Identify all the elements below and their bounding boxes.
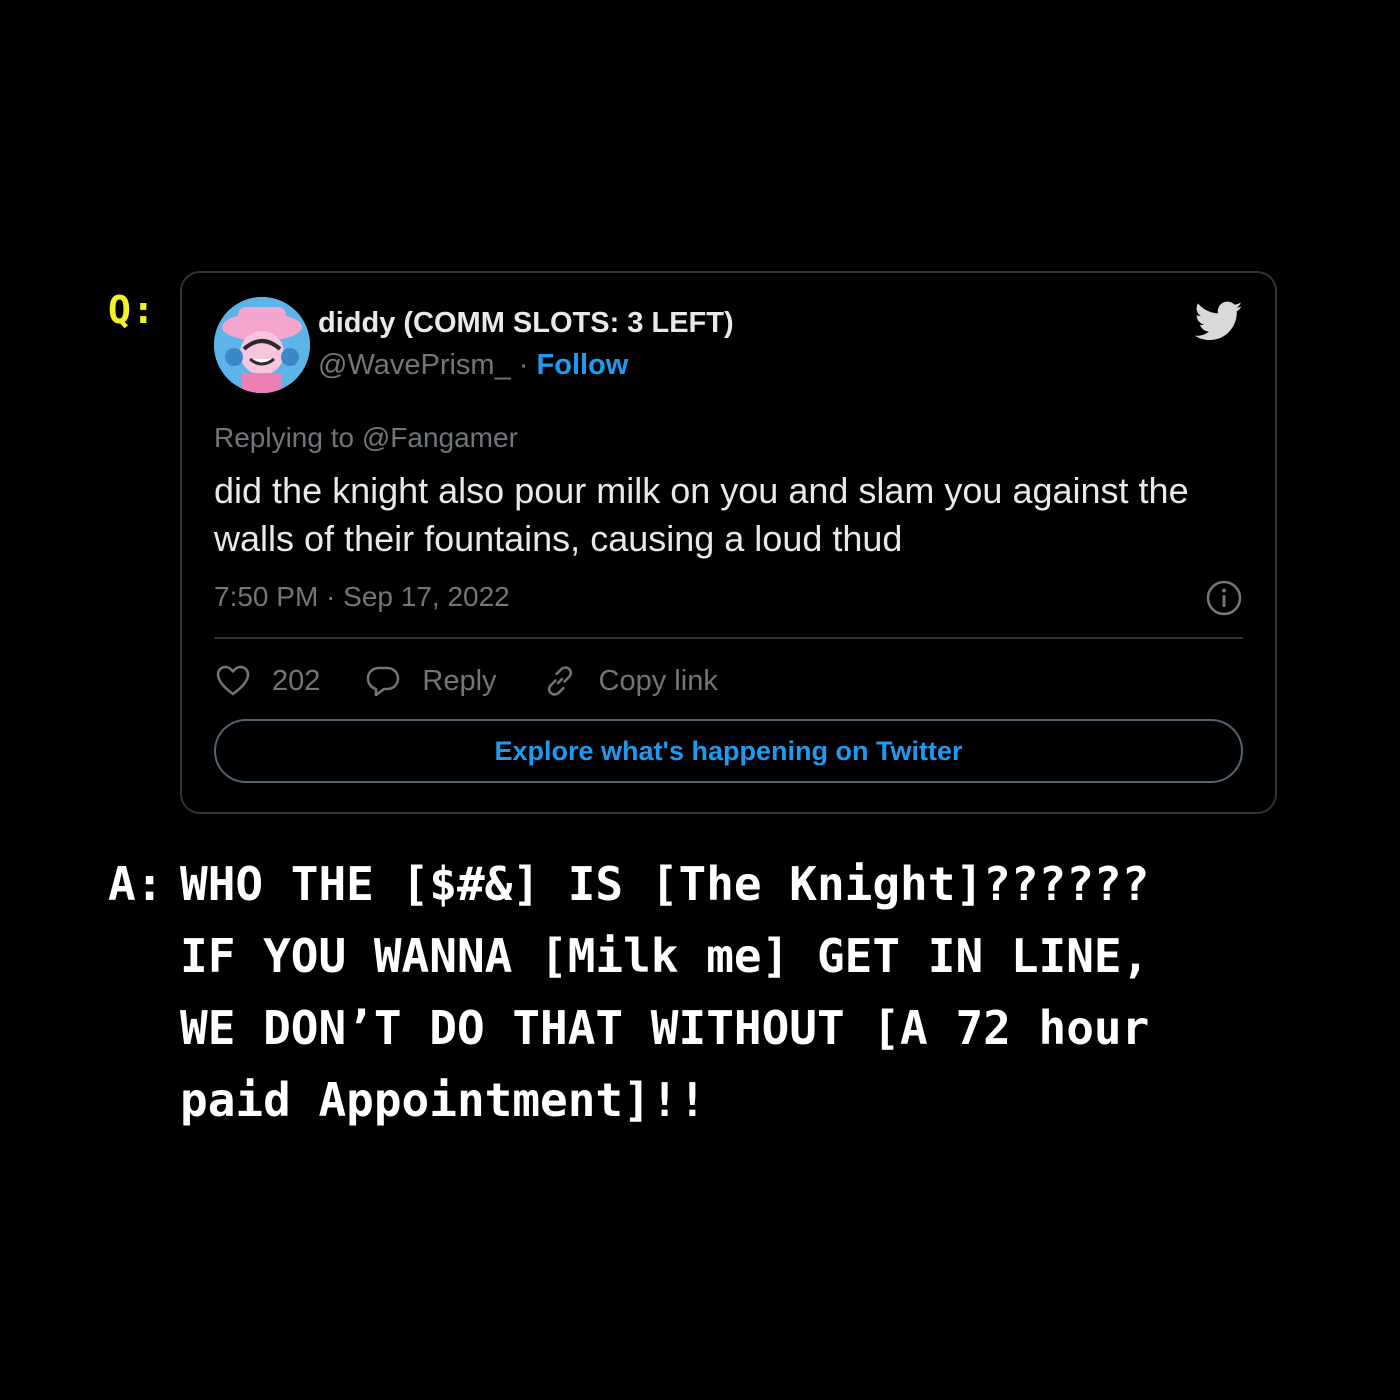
answer-line: WHO THE [$#&] IS [The Knight]?????? — [180, 857, 1150, 911]
author-handle-line: @WavePrism_ · Follow — [318, 349, 628, 382]
twitter-bird-icon[interactable] — [1194, 301, 1243, 345]
explore-twitter-button[interactable]: Explore what's happening on Twitter — [214, 719, 1243, 783]
avatar[interactable] — [214, 297, 310, 393]
reply-label: Reply — [422, 664, 497, 697]
heart-icon — [216, 665, 250, 696]
like-count: 202 — [272, 664, 321, 697]
answer-line: paid Appointment]!! — [180, 1073, 707, 1127]
reply-button[interactable]: Reply — [364, 662, 497, 700]
reply-bubble-icon — [367, 666, 400, 697]
link-icon — [547, 666, 572, 696]
author-handle[interactable]: @WavePrism_ — [318, 349, 511, 381]
tweet-card[interactable]: diddy (COMM SLOTS: 3 LEFT) @WavePrism_ ·… — [180, 271, 1277, 814]
divider — [214, 637, 1243, 639]
like-button[interactable]: 202 — [214, 662, 320, 700]
tweet-text: did the knight also pour milk on you and… — [214, 470, 1189, 559]
handle-separator: · — [510, 349, 537, 381]
info-icon[interactable] — [1205, 579, 1243, 617]
answer-text: WHO THE [$#&] IS [The Knight]?????? IF Y… — [180, 848, 1288, 1136]
tweet-actions: 202 Reply Copy link — [214, 661, 762, 701]
copy-link-button[interactable]: Copy link — [541, 662, 718, 700]
author-name[interactable]: diddy (COMM SLOTS: 3 LEFT) — [318, 307, 734, 340]
answer-prefix: A: — [108, 857, 164, 911]
answer-line: WE DON’T DO THAT WITHOUT [A 72 hour — [180, 1001, 1150, 1055]
question-label: Q: — [108, 288, 156, 332]
follow-link[interactable]: Follow — [537, 349, 629, 381]
copy-link-label: Copy link — [598, 664, 718, 697]
explore-label: Explore what's happening on Twitter — [494, 735, 963, 766]
replying-to: Replying to @Fangamer — [214, 422, 518, 453]
answer-line: IF YOU WANNA [Milk me] GET IN LINE, — [180, 929, 1150, 983]
tweet-timestamp[interactable]: 7:50 PM · Sep 17, 2022 — [214, 581, 510, 613]
